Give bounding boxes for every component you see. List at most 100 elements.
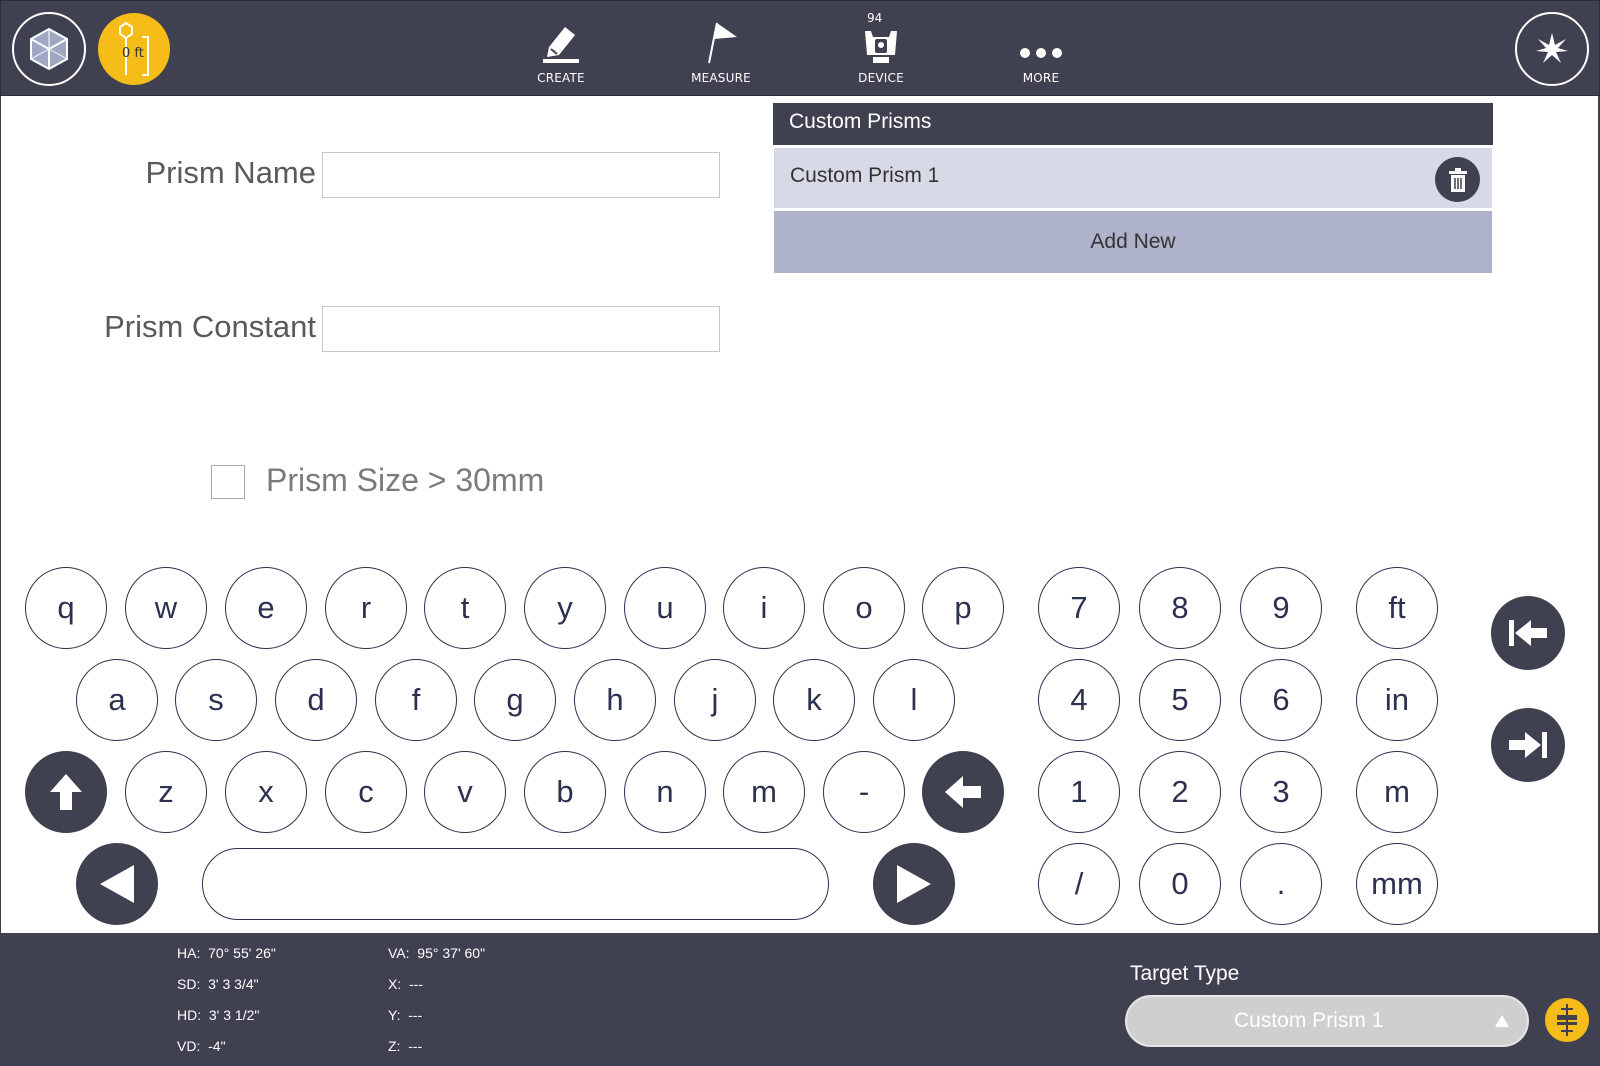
arrow-left-icon [945, 776, 981, 808]
x-readout: X: --- [388, 976, 423, 992]
key-4[interactable]: 4 [1038, 659, 1120, 741]
key-a[interactable]: a [76, 659, 158, 741]
cursor-left-key[interactable] [76, 843, 158, 925]
va-readout: VA: 95° 37' 60" [388, 945, 486, 961]
arrow-up-icon [50, 774, 82, 810]
nav-device-label: DEVICE [858, 71, 904, 85]
nav-more[interactable]: MORE [991, 11, 1091, 91]
key-u[interactable]: u [624, 567, 706, 649]
pencil-icon [543, 27, 579, 63]
key-s[interactable]: s [175, 659, 257, 741]
cursor-right-key[interactable] [873, 843, 955, 925]
frame-edge-left [0, 96, 1, 933]
laser-starburst-icon [1536, 33, 1568, 63]
key-3[interactable]: 3 [1240, 751, 1322, 833]
z-readout: Z: --- [388, 1038, 423, 1054]
prism-name-input[interactable] [322, 152, 720, 198]
key-r[interactable]: r [325, 567, 407, 649]
target-type-value: Custom Prism 1 [1234, 1009, 1384, 1032]
key-e[interactable]: e [225, 567, 307, 649]
key-1[interactable]: 1 [1038, 751, 1120, 833]
sd-readout: SD: 3' 3 3/4" [177, 976, 259, 992]
shift-key[interactable] [25, 751, 107, 833]
key-x[interactable]: x [225, 751, 307, 833]
cube-icon [30, 27, 68, 71]
key-f[interactable]: f [375, 659, 457, 741]
delete-prism-button[interactable] [1435, 157, 1480, 202]
unit-in-key[interactable]: in [1356, 659, 1438, 741]
instrument-height-button[interactable]: 0 ft [98, 13, 170, 85]
key-b[interactable]: b [524, 751, 606, 833]
instrument-height-value: 0 ft [122, 46, 144, 61]
key-6[interactable]: 6 [1240, 659, 1322, 741]
nav-measure[interactable]: MEASURE [671, 11, 771, 91]
unit-m-key[interactable]: m [1356, 751, 1438, 833]
nav-measure-label: MEASURE [691, 71, 751, 85]
more-dots-icon [1020, 48, 1062, 58]
key-l[interactable]: l [873, 659, 955, 741]
unit-mm-key[interactable]: mm [1356, 843, 1438, 925]
key-q[interactable]: q [25, 567, 107, 649]
key-9[interactable]: 9 [1240, 567, 1322, 649]
prism-name-label: Prism Name [145, 155, 316, 190]
ha-readout: HA: 70° 55' 26" [177, 945, 276, 961]
target-type-label: Target Type [1130, 962, 1240, 985]
key-dash[interactable]: - [823, 751, 905, 833]
key-n[interactable]: n [624, 751, 706, 833]
flag-icon [708, 22, 737, 64]
key-period[interactable]: . [1240, 843, 1322, 925]
key-o[interactable]: o [823, 567, 905, 649]
skip-forward-icon [1509, 732, 1547, 758]
key-g[interactable]: g [474, 659, 556, 741]
key-y[interactable]: y [524, 567, 606, 649]
key-8[interactable]: 8 [1139, 567, 1221, 649]
key-i[interactable]: i [723, 567, 805, 649]
top-toolbar: 0 ft CREATE MEASURE DEVICE 94 MORE [0, 0, 1600, 96]
key-0[interactable]: 0 [1139, 843, 1221, 925]
key-w[interactable]: w [125, 567, 207, 649]
prism-size-checkbox[interactable] [211, 465, 245, 499]
triangle-left-icon [100, 865, 134, 903]
prism-constant-label: Prism Constant [104, 309, 316, 344]
key-2[interactable]: 2 [1139, 751, 1221, 833]
trash-icon [1448, 167, 1467, 192]
key-j[interactable]: j [674, 659, 756, 741]
unit-ft-key[interactable]: ft [1356, 567, 1438, 649]
prism-constant-input[interactable] [322, 306, 720, 352]
add-new-prism-button[interactable]: Add New [774, 211, 1492, 273]
vd-readout: VD: -4" [177, 1038, 226, 1054]
key-h[interactable]: h [574, 659, 656, 741]
prism-target-icon [1557, 1004, 1577, 1036]
hd-readout: HD: 3' 3 1/2" [177, 1007, 260, 1023]
prism-size-checkbox-label: Prism Size > 30mm [266, 462, 545, 498]
home-cube-button[interactable] [12, 12, 86, 86]
key-k[interactable]: k [773, 659, 855, 741]
prism-target-button[interactable] [1545, 998, 1589, 1042]
key-z[interactable]: z [125, 751, 207, 833]
key-c[interactable]: c [325, 751, 407, 833]
skip-back-icon [1509, 620, 1547, 646]
space-bar[interactable] [202, 848, 829, 920]
nav-create[interactable]: CREATE [511, 11, 611, 91]
laser-pointer-button[interactable] [1515, 12, 1589, 86]
key-7[interactable]: 7 [1038, 567, 1120, 649]
custom-prism-list-item[interactable]: Custom Prism 1 [774, 148, 1492, 208]
key-p[interactable]: p [922, 567, 1004, 649]
next-field-button[interactable] [1491, 708, 1565, 782]
key-d[interactable]: d [275, 659, 357, 741]
battery-level: 94 [867, 11, 883, 25]
custom-prisms-header: Custom Prisms [773, 103, 1493, 145]
key-t[interactable]: t [424, 567, 506, 649]
nav-more-label: MORE [1022, 71, 1060, 85]
key-slash[interactable]: / [1038, 843, 1120, 925]
backspace-key[interactable] [922, 751, 1004, 833]
key-v[interactable]: v [424, 751, 506, 833]
total-station-icon [865, 31, 897, 63]
target-type-select[interactable]: Custom Prism 1 [1125, 995, 1529, 1047]
key-5[interactable]: 5 [1139, 659, 1221, 741]
nav-create-label: CREATE [537, 71, 585, 85]
key-m[interactable]: m [723, 751, 805, 833]
custom-prism-item-label: Custom Prism 1 [790, 164, 940, 187]
previous-field-button[interactable] [1491, 596, 1565, 670]
y-readout: Y: --- [388, 1007, 423, 1023]
